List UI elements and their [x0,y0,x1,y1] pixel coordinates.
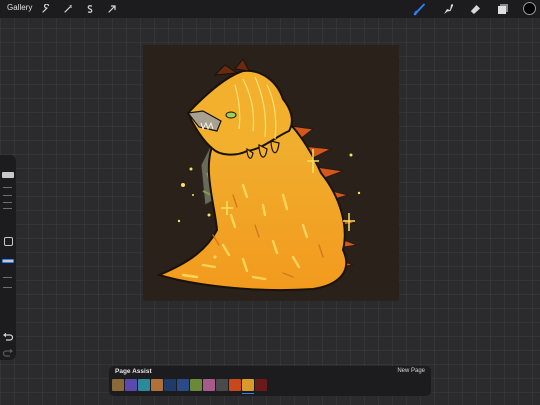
redo-button[interactable] [2,345,14,357]
page-thumbnail[interactable] [151,379,163,391]
transform-arrow-icon[interactable] [105,2,119,16]
undo-button[interactable] [2,329,14,341]
opacity-slider[interactable] [0,252,16,297]
page-thumbnail[interactable] [177,379,189,391]
page-thumbnail[interactable] [190,379,202,391]
gallery-button[interactable]: Gallery [7,3,32,12]
page-thumbnails [112,379,267,394]
top-toolbar: Gallery [0,0,540,18]
page-assist-title: Page Assist [115,368,152,375]
page-thumbnail[interactable] [203,379,215,391]
page-thumbnail[interactable] [112,379,124,391]
opacity-handle[interactable] [2,259,14,263]
page-thumbnail[interactable] [229,379,241,391]
selection-icon[interactable] [83,2,97,16]
page-thumbnail[interactable] [255,379,267,391]
page-thumbnail[interactable] [125,379,137,391]
page-thumbnail[interactable] [242,379,254,394]
slider-tick [3,202,12,203]
slider-tick [3,187,12,188]
brush-size-handle[interactable] [2,172,14,178]
page-thumbnail[interactable] [138,379,150,391]
left-sidebar [0,155,16,360]
wrench-icon[interactable] [39,2,53,16]
slider-tick [3,208,12,209]
slider-tick [3,287,12,288]
eraser-icon[interactable] [467,1,483,17]
smudge-icon[interactable] [440,1,456,17]
page-assist-panel: Page Assist New Page [109,366,431,396]
dragon-artwork [156,58,361,292]
new-page-button[interactable]: New Page [397,368,425,374]
page-thumbnail[interactable] [164,379,176,391]
layers-icon[interactable] [495,1,511,17]
brush-icon[interactable] [412,1,428,17]
slider-tick [3,277,12,278]
brush-size-slider[interactable] [0,161,16,216]
slider-tick [3,195,12,196]
color-picker-button[interactable] [523,2,536,15]
modify-button[interactable] [4,237,13,246]
magic-wand-icon[interactable] [61,2,75,16]
drawing-canvas[interactable] [143,45,399,301]
page-thumbnail[interactable] [216,379,228,391]
